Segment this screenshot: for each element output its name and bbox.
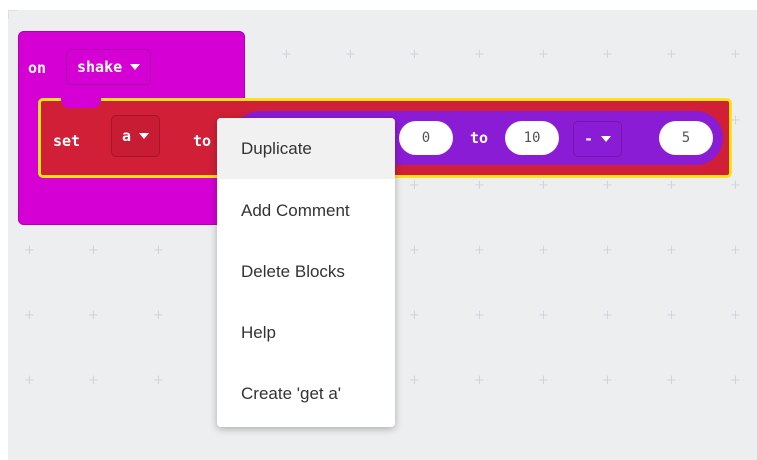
menu-item-label: Help (241, 322, 276, 342)
grid-marker: + (730, 373, 741, 388)
caret-down-icon (601, 136, 612, 142)
grid-marker: + (409, 373, 420, 388)
grid-marker: + (88, 308, 99, 323)
grid-marker: + (538, 373, 549, 388)
grid-marker: + (538, 178, 549, 193)
grid-marker: + (730, 308, 741, 323)
random-to-input[interactable]: 10 (505, 121, 559, 155)
random-to-value: 10 (523, 130, 541, 146)
gesture-dropdown[interactable]: shake (66, 49, 152, 85)
on-label: on (28, 59, 47, 77)
menu-item-label: Add Comment (241, 200, 350, 220)
grid-marker: + (409, 47, 420, 62)
grid-marker: + (474, 243, 485, 258)
block-context-menu: Duplicate Add Comment Delete Blocks Help… (217, 118, 395, 427)
grid-marker: + (666, 373, 677, 388)
grid-marker: + (24, 308, 35, 323)
grid-marker: + (153, 243, 164, 258)
grid-marker: + (730, 178, 741, 193)
grid-marker: + (666, 243, 677, 258)
grid-marker: + (602, 243, 613, 258)
grid-marker: + (474, 178, 485, 193)
grid-marker: + (409, 308, 420, 323)
variable-dropdown-value: a (122, 127, 132, 145)
grid-marker: + (666, 178, 677, 193)
grid-marker: + (474, 47, 485, 62)
to-label: to (193, 132, 212, 150)
operand-input[interactable]: 5 (659, 121, 713, 155)
operand-value: 5 (681, 130, 691, 146)
grid-marker: + (88, 373, 99, 388)
menu-item-label: Create 'get a' (241, 383, 342, 403)
operator-dropdown-value: - (584, 130, 594, 148)
random-from-input[interactable]: 0 (399, 121, 453, 155)
grid-marker: + (24, 243, 35, 258)
grid-marker: + (153, 308, 164, 323)
random-to-label: to (470, 129, 489, 147)
grid-marker: + (88, 243, 99, 258)
grid-marker: + (153, 373, 164, 388)
grid-marker: + (602, 308, 613, 323)
caret-down-icon (139, 133, 150, 139)
menu-item-duplicate[interactable]: Duplicate (217, 118, 395, 179)
grid-marker: + (602, 47, 613, 62)
block-notch-top (61, 98, 101, 108)
grid-marker: + (474, 308, 485, 323)
set-label: set (53, 132, 81, 150)
grid-marker: + (538, 243, 549, 258)
menu-item-create-get-a[interactable]: Create 'get a' (217, 363, 395, 424)
grid-marker: + (281, 47, 292, 62)
grid-marker: + (474, 373, 485, 388)
random-from-value: 0 (421, 130, 431, 146)
operator-dropdown[interactable]: - (573, 121, 623, 157)
grid-marker: + (666, 47, 677, 62)
variable-dropdown[interactable]: a (111, 115, 161, 157)
menu-item-label: Duplicate (241, 138, 312, 158)
grid-marker: + (409, 178, 420, 193)
grid-marker: + (602, 178, 613, 193)
grid-marker: + (538, 47, 549, 62)
grid-marker: + (666, 308, 677, 323)
menu-item-label: Delete Blocks (241, 261, 345, 281)
menu-item-help[interactable]: Help (217, 302, 395, 363)
menu-item-delete-blocks[interactable]: Delete Blocks (217, 241, 395, 302)
menu-item-add-comment[interactable]: Add Comment (217, 180, 395, 241)
caret-down-icon (130, 64, 141, 70)
grid-marker: + (24, 373, 35, 388)
grid-marker: + (602, 373, 613, 388)
grid-marker: + (730, 243, 741, 258)
grid-marker: + (409, 243, 420, 258)
grid-marker: + (345, 47, 356, 62)
gesture-dropdown-value: shake (77, 58, 123, 76)
grid-marker: + (538, 308, 549, 323)
grid-marker: + (730, 47, 741, 62)
